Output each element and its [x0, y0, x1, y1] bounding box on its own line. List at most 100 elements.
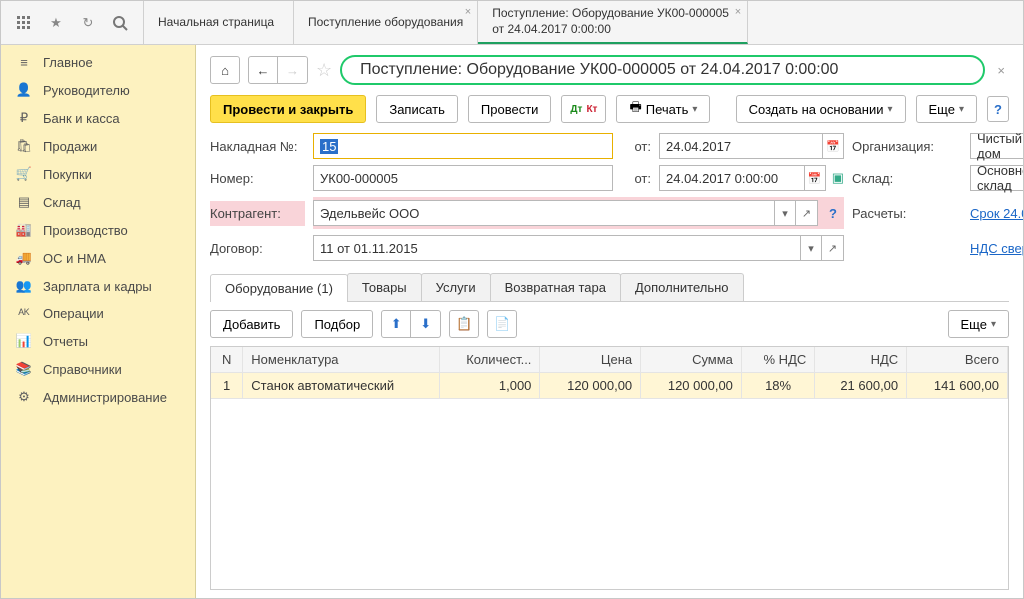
- favorite-icon[interactable]: ☆: [316, 60, 332, 81]
- number-date-input[interactable]: 24.04.2017 0:00:00: [659, 165, 804, 191]
- top-tab[interactable]: Начальная страница: [144, 1, 294, 44]
- table-header[interactable]: Всего: [907, 347, 1008, 373]
- move-up-button[interactable]: ⬆: [381, 310, 411, 338]
- sidebar-item[interactable]: ᴬᴷОперации: [1, 300, 195, 327]
- invoice-date-input[interactable]: 24.04.2017: [659, 133, 822, 159]
- sidebar-item[interactable]: ≡Главное: [1, 49, 195, 76]
- org-input[interactable]: Чистый дом: [970, 133, 1023, 159]
- sidebar-icon: 📚: [15, 361, 33, 377]
- calendar-icon[interactable]: 📅: [804, 165, 826, 191]
- sidebar-item[interactable]: ▤Склад: [1, 188, 195, 216]
- sidebar-icon: ₽: [15, 110, 33, 126]
- sidebar-item[interactable]: 🛒 Покупки: [1, 160, 195, 188]
- sidebar-item[interactable]: 👥Зарплата и кадры: [1, 272, 195, 300]
- open-icon[interactable]: ↗: [822, 235, 844, 261]
- sidebar-item[interactable]: ₽Банк и касса: [1, 104, 195, 132]
- warehouse-input[interactable]: Основной склад: [970, 165, 1023, 191]
- sidebar-label: Производство: [43, 223, 128, 238]
- warehouse-label: Склад:: [852, 171, 962, 186]
- contragent-input[interactable]: Эдельвейс ООО: [313, 200, 774, 226]
- sidebar-item[interactable]: 🏭Производство: [1, 216, 195, 244]
- date-label: от:: [621, 139, 651, 154]
- table-header[interactable]: % НДС: [741, 347, 814, 373]
- table-header[interactable]: НДС: [815, 347, 907, 373]
- sidebar-label: Продажи: [43, 139, 97, 154]
- content-tab[interactable]: Дополнительно: [620, 273, 744, 301]
- sidebar-label: Покупки: [43, 167, 92, 182]
- sidebar-label: Отчеты: [43, 334, 88, 349]
- table-header[interactable]: Сумма: [641, 347, 742, 373]
- copy-button[interactable]: 📋: [449, 310, 479, 338]
- org-label: Организация:: [852, 139, 962, 154]
- table-header[interactable]: Цена: [540, 347, 641, 373]
- sidebar-item[interactable]: 👤 Руководителю: [1, 76, 195, 104]
- tab-close-icon[interactable]: ×: [465, 5, 471, 19]
- dropdown-icon[interactable]: ▾: [774, 200, 796, 226]
- star-icon[interactable]: ★: [47, 14, 65, 32]
- sidebar-label: Склад: [43, 195, 81, 210]
- sidebar-label: Руководителю: [43, 83, 130, 98]
- calc-link[interactable]: Срок 24.04.2017, 60.01, 60.02, зачет ...: [970, 206, 1023, 221]
- tab-close-icon[interactable]: ×: [735, 5, 741, 19]
- sidebar-item[interactable]: 📊 Отчеты: [1, 327, 195, 355]
- invoice-no-input[interactable]: 15: [313, 133, 613, 159]
- stamp-icon[interactable]: ▣: [832, 170, 844, 186]
- paste-button[interactable]: 📄: [487, 310, 517, 338]
- add-button[interactable]: Добавить: [210, 310, 293, 338]
- sidebar-label: Главное: [43, 55, 93, 70]
- content-tab[interactable]: Возвратная тара: [490, 273, 621, 301]
- home-button[interactable]: ⌂: [210, 56, 240, 84]
- back-button[interactable]: ←: [248, 56, 278, 84]
- dtkt-button[interactable]: ДтКт: [561, 95, 606, 123]
- print-button[interactable]: 🖶Печать▾: [616, 95, 710, 123]
- table-header[interactable]: Количест...: [439, 347, 540, 373]
- sidebar-item[interactable]: ⚙Администрирование: [1, 383, 195, 411]
- more-button[interactable]: Еще▾: [916, 95, 977, 123]
- save-button[interactable]: Записать: [376, 95, 458, 123]
- top-tab[interactable]: Поступление оборудования×: [294, 1, 478, 44]
- number-input[interactable]: УК00-000005: [313, 165, 613, 191]
- sidebar-item[interactable]: 🚚ОС и НМА: [1, 244, 195, 272]
- sidebar-label: Справочники: [43, 362, 122, 377]
- date-label-2: от:: [621, 171, 651, 186]
- sidebar-label: Зарплата и кадры: [43, 279, 152, 294]
- open-icon[interactable]: ↗: [796, 200, 818, 226]
- pick-button[interactable]: Подбор: [301, 310, 373, 338]
- close-button[interactable]: ×: [993, 63, 1009, 78]
- number-label: Номер:: [210, 171, 305, 186]
- forward-button[interactable]: →: [278, 56, 308, 84]
- history-icon[interactable]: ↻: [79, 14, 97, 32]
- printer-icon: 🖶: [629, 98, 641, 120]
- calendar-icon[interactable]: 📅: [822, 133, 844, 159]
- invoice-label: Накладная №:: [210, 139, 305, 154]
- sidebar-icon: 👤: [15, 82, 33, 98]
- sidebar-label: ОС и НМА: [43, 251, 106, 266]
- vat-link[interactable]: НДС сверху: [970, 241, 1023, 256]
- move-down-button[interactable]: ⬇: [411, 310, 441, 338]
- create-based-button[interactable]: Создать на основании▾: [736, 95, 906, 123]
- sidebar-icon: 📊: [15, 333, 33, 349]
- apps-icon[interactable]: [15, 14, 33, 32]
- contract-input[interactable]: 11 от 01.11.2015: [313, 235, 800, 261]
- help-icon[interactable]: ?: [822, 200, 844, 226]
- sidebar-icon: 🛒: [15, 166, 33, 182]
- table-header[interactable]: N: [211, 347, 243, 373]
- post-close-button[interactable]: Провести и закрыть: [210, 95, 366, 123]
- more-button-2[interactable]: Еще▾: [948, 310, 1009, 338]
- sidebar-label: Операции: [43, 306, 104, 321]
- sidebar-item[interactable]: 📚 Справочники: [1, 355, 195, 383]
- dropdown-icon[interactable]: ▾: [800, 235, 822, 261]
- table-header[interactable]: Номенклатура: [243, 347, 439, 373]
- content-tab[interactable]: Оборудование (1): [210, 274, 348, 302]
- content-tab[interactable]: Товары: [347, 273, 422, 301]
- search-icon[interactable]: [111, 14, 129, 32]
- help-button[interactable]: ?: [987, 96, 1009, 122]
- sidebar-item[interactable]: 🛍Продажи: [1, 132, 195, 160]
- table-row[interactable]: 1Станок автоматический1,000120 000,00120…: [211, 373, 1008, 399]
- content-tab[interactable]: Услуги: [421, 273, 491, 301]
- post-button[interactable]: Провести: [468, 95, 552, 123]
- contract-label: Договор:: [210, 241, 305, 256]
- top-tab[interactable]: Поступление: Оборудование УК00-000005 от…: [478, 1, 748, 44]
- calc-label: Расчеты:: [852, 206, 962, 221]
- sidebar-icon: ⚙: [15, 389, 33, 405]
